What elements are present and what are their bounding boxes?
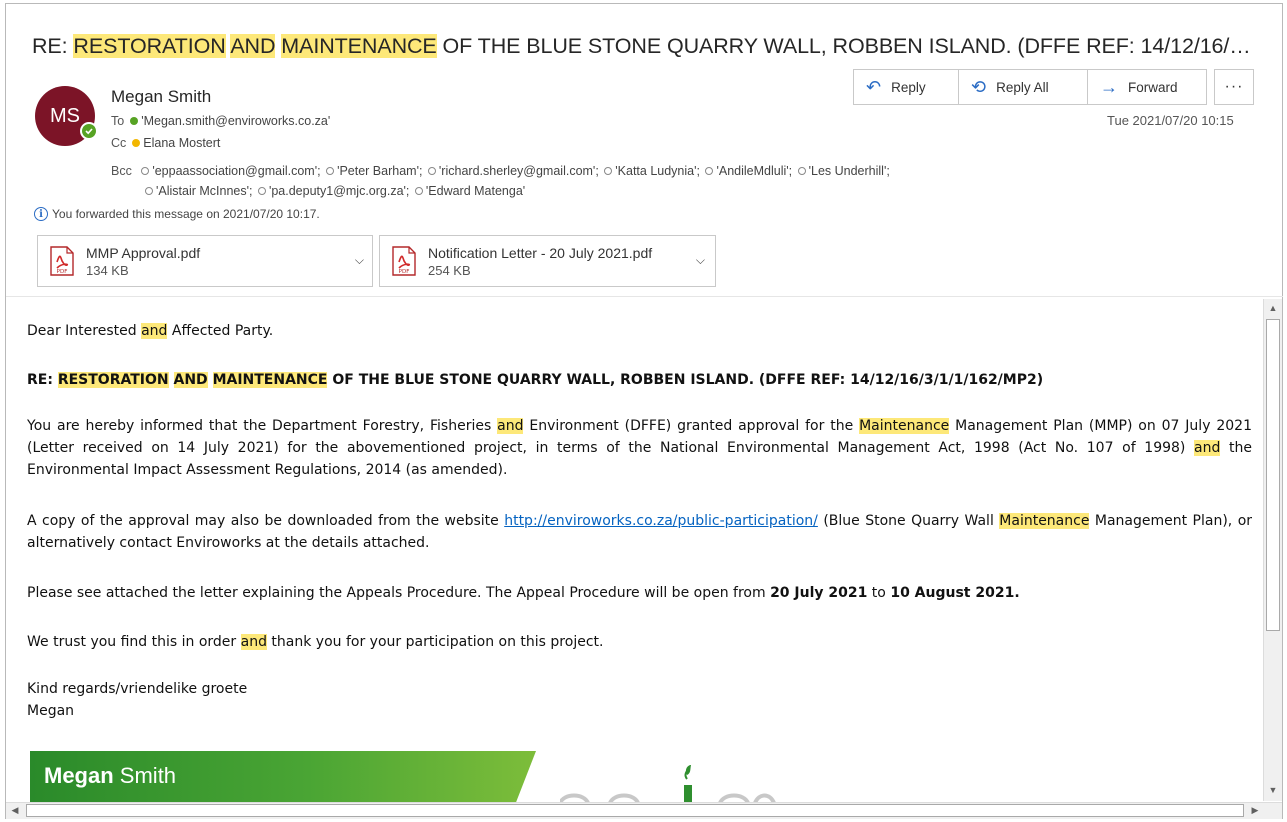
paragraph-download: A copy of the approval may also be downl… — [27, 513, 1253, 551]
presence-unknown-icon — [414, 186, 423, 195]
cc-row: Cc Elana Mostert — [111, 136, 220, 150]
reply-label: Reply — [891, 79, 926, 95]
forward-info-text: You forwarded this message on 2021/07/20… — [52, 207, 320, 221]
to-label: To — [111, 114, 125, 128]
scroll-down-icon[interactable]: ▼ — [1264, 781, 1282, 799]
signature-name: Megan Smith — [44, 763, 177, 788]
vertical-scrollbar[interactable]: ▲ ▼ — [1263, 299, 1282, 801]
attachment-size: 254 KB — [428, 262, 471, 278]
attachment-size: 134 KB — [86, 262, 129, 278]
pdf-label: PDF — [399, 269, 410, 275]
bcc-recipient[interactable]: 'eppaassociation@gmail.com'; — [152, 164, 320, 178]
presence-unknown-icon — [427, 166, 436, 175]
reply-all-label: Reply All — [996, 79, 1049, 95]
scroll-right-icon[interactable]: ▶ — [1246, 802, 1264, 818]
presence-available-icon — [80, 122, 98, 140]
pdf-label: PDF — [57, 269, 68, 275]
vertical-scroll-thumb[interactable] — [1266, 319, 1280, 631]
to-row: To 'Megan.smith@enviroworks.co.za' — [111, 114, 330, 128]
forward-label: Forward — [1128, 79, 1178, 95]
chevron-down-icon[interactable]: ⌵ — [355, 253, 364, 268]
signature-banner: Megan Smith — [30, 751, 536, 803]
pdf-file-icon: PDF — [392, 246, 416, 276]
presence-away-icon — [132, 138, 141, 147]
attachment-info: MMP Approval.pdf 134 KB — [86, 245, 200, 278]
sender-name[interactable]: Megan Smith — [111, 87, 211, 107]
attachment-name: MMP Approval.pdf — [86, 244, 201, 261]
bcc-row: Bcc 'eppaassociation@gmail.com'; 'Peter … — [111, 164, 890, 178]
pdf-file-icon: PDF — [50, 246, 74, 276]
bcc-recipient[interactable]: 'Alistair McInnes'; — [156, 184, 252, 198]
reply-icon: ↶ — [866, 76, 882, 97]
presence-unknown-icon — [797, 166, 806, 175]
sent-date: Tue 2021/07/20 10:15 — [1107, 113, 1234, 128]
info-icon: i — [34, 207, 48, 221]
forward-button[interactable]: → Forward — [1088, 70, 1206, 104]
horizontal-scrollbar[interactable]: ◀ ▶ — [6, 802, 1282, 819]
paragraph-thanks: We trust you find this in order and than… — [27, 634, 604, 650]
email-subject: RE: RESTORATION AND MAINTENANCE OF THE B… — [32, 34, 1251, 58]
header-divider — [6, 296, 1283, 297]
attachment[interactable]: PDF Notification Letter - 20 July 2021.p… — [379, 235, 716, 287]
paragraph-approval: You are hereby informed that the Departm… — [27, 418, 1252, 478]
presence-green-icon — [130, 116, 139, 125]
attachment[interactable]: PDF MMP Approval.pdf 134 KB ⌵ — [37, 235, 373, 287]
presence-unknown-icon — [326, 166, 335, 175]
forward-arrow-icon: → — [1100, 76, 1118, 97]
forward-info-bar: i You forwarded this message on 2021/07/2… — [34, 207, 320, 221]
reply-all-button[interactable]: ⟲ Reply All — [959, 70, 1088, 104]
closing: Kind regards/vriendelike groete — [27, 681, 248, 697]
scroll-left-icon[interactable]: ◀ — [6, 802, 24, 818]
presence-unknown-icon — [141, 166, 150, 175]
bcc-label: Bcc — [111, 164, 132, 178]
reply-all-icon: ⟲ — [971, 76, 987, 97]
chevron-down-icon[interactable]: ⌵ — [696, 253, 705, 268]
bcc-row-2: 'Alistair McInnes'; 'pa.deputy1@mjc.org.… — [143, 184, 525, 198]
more-options-button[interactable]: ··· — [1214, 69, 1254, 105]
paragraph-appeals: Please see attached the letter explainin… — [27, 585, 1020, 601]
attachment-name: Notification Letter - 20 July 2021.pdf — [428, 244, 653, 261]
to-recipient[interactable]: 'Megan.smith@enviroworks.co.za' — [141, 114, 330, 128]
bcc-recipient[interactable]: 'Les Underhill'; — [809, 164, 890, 178]
cc-recipient[interactable]: Elana Mostert — [143, 136, 220, 150]
scroll-up-icon[interactable]: ▲ — [1264, 299, 1282, 317]
message-actions: ↶ Reply ⟲ Reply All → Forward — [853, 69, 1207, 105]
attachment-info: Notification Letter - 20 July 2021.pdf 2… — [428, 245, 652, 278]
bcc-recipient[interactable]: 'Edward Matenga' — [426, 184, 525, 198]
horizontal-scroll-thumb[interactable] — [26, 804, 1244, 817]
presence-unknown-icon — [257, 186, 266, 195]
presence-unknown-icon — [145, 186, 153, 195]
greeting: Dear Interested and Affected Party. — [27, 323, 274, 339]
presence-unknown-icon — [604, 166, 613, 175]
bcc-recipient[interactable]: 'richard.sherley@gmail.com'; — [439, 164, 599, 178]
more-icon: ··· — [1224, 78, 1244, 95]
bcc-recipient[interactable]: 'Peter Barham'; — [337, 164, 422, 178]
company-logo — [560, 765, 776, 803]
reply-button[interactable]: ↶ Reply — [854, 70, 959, 104]
bcc-recipient[interactable]: 'Katta Ludynia'; — [615, 164, 700, 178]
website-link[interactable]: http://enviroworks.co.za/public-particip… — [504, 513, 818, 529]
bcc-recipient[interactable]: 'pa.deputy1@mjc.org.za'; — [269, 184, 409, 198]
cc-label: Cc — [111, 136, 127, 150]
signoff: Megan — [27, 703, 75, 719]
body-subject: RE: RESTORATION AND MAINTENANCE OF THE B… — [27, 372, 1044, 388]
presence-unknown-icon — [705, 166, 714, 175]
bcc-recipient[interactable]: 'AndileMdluli'; — [716, 164, 792, 178]
